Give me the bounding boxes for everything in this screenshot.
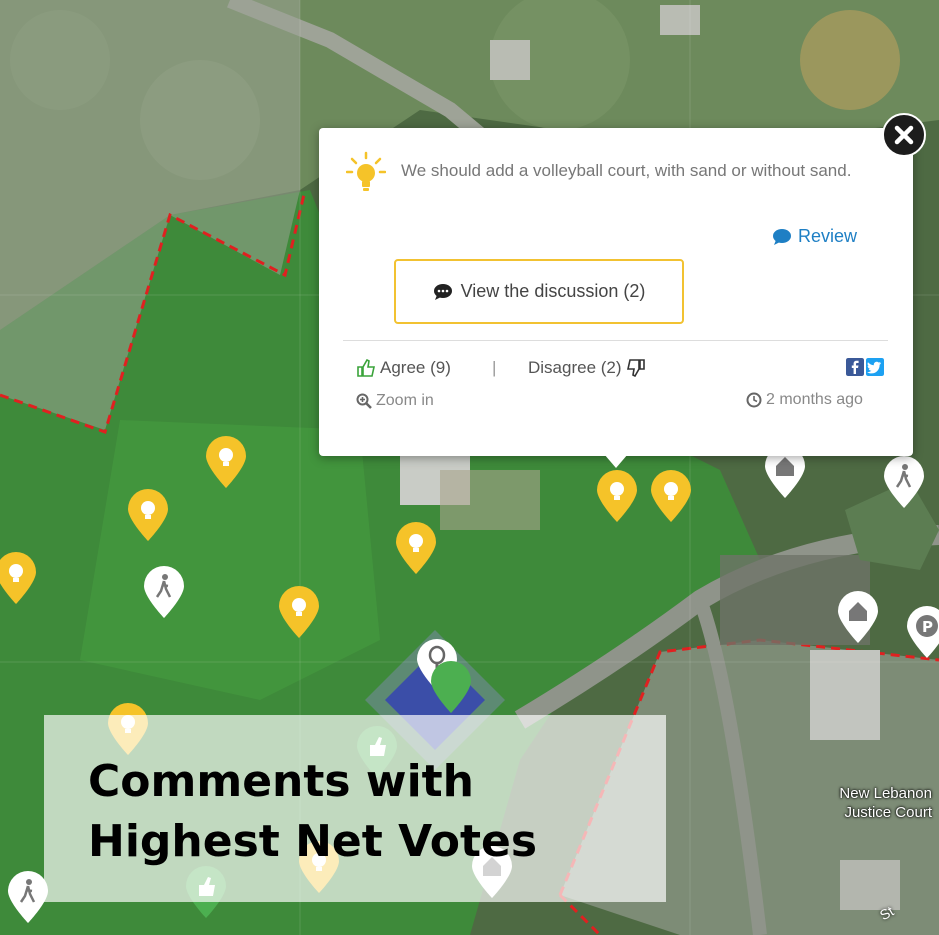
view-discussion-button[interactable]: View the discussion (2) [394,259,684,324]
vote-separator: | [492,358,497,377]
building-marker[interactable] [836,590,880,644]
zoom-in-label: Zoom in [376,392,434,409]
svg-text:P: P [922,618,933,636]
idea-marker[interactable] [126,488,170,542]
idea-marker[interactable] [204,435,248,489]
popup-tail [604,454,628,468]
agree-button[interactable]: Agree (9) [356,358,451,378]
idea-marker[interactable] [394,521,438,575]
lightbulb-icon [346,151,386,191]
review-label: Review [798,226,858,246]
comment-bubble-icon [433,283,452,300]
comment-bubble-icon [773,228,791,245]
facebook-icon[interactable] [846,358,864,376]
comment-text: We should add a volleyball court, with s… [401,161,852,180]
thumbs-up-icon [357,359,375,377]
clock-icon [746,392,762,408]
pedestrian-marker[interactable] [142,565,186,619]
zoom-in-link[interactable]: Zoom in [356,392,434,410]
caption-title: Comments with Highest Net Votes [88,752,648,872]
zoom-in-icon [356,393,372,409]
twitter-icon[interactable] [866,358,884,376]
place-label: New Lebanon Justice Court [839,785,932,821]
caption-line-2: Highest Net Votes [88,816,538,867]
review-link[interactable]: Review [772,226,857,247]
popup-divider [343,340,888,341]
timestamp-label: 2 months ago [766,391,863,408]
caption-line-1: Comments with [88,756,475,807]
idea-marker[interactable] [0,551,38,605]
idea-marker[interactable] [277,585,321,639]
upvote-marker[interactable] [429,660,473,714]
timestamp: 2 months ago [746,391,863,409]
idea-marker[interactable] [649,469,693,523]
parking-marker[interactable]: P [905,605,939,659]
disagree-label: Disagree (2) [528,358,622,377]
agree-label: Agree (9) [380,358,451,377]
close-icon [894,125,914,145]
disagree-button[interactable]: Disagree (2) [528,358,646,378]
thumbs-down-icon [626,359,645,377]
view-discussion-label: View the discussion (2) [460,281,646,301]
close-button[interactable] [882,113,926,157]
pedestrian-marker[interactable] [882,455,926,509]
idea-marker[interactable] [595,469,639,523]
